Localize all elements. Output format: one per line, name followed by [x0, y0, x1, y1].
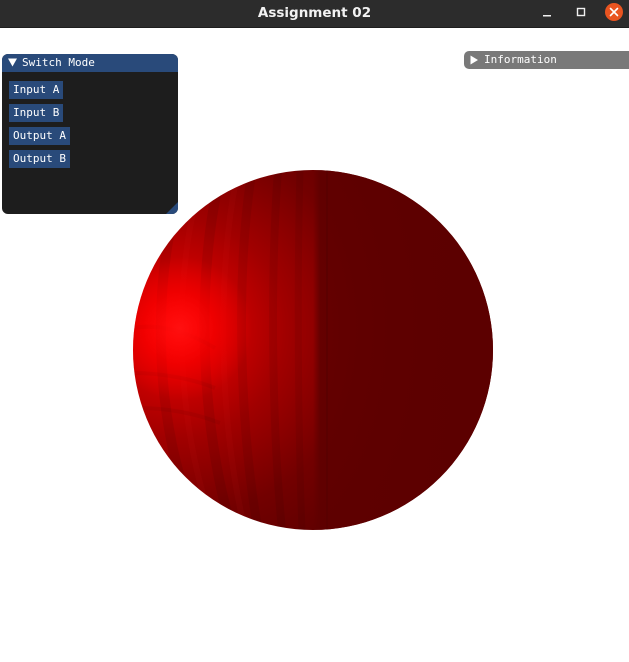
- input-b-button[interactable]: Input B: [9, 104, 64, 122]
- switch-mode-header[interactable]: Switch Mode: [2, 54, 178, 72]
- sphere-body: [133, 170, 493, 530]
- information-title: Information: [484, 53, 557, 66]
- render-viewport[interactable]: Switch Mode Input A Input B Output A Out…: [0, 28, 629, 662]
- collapse-arrow-right-icon[interactable]: [469, 55, 479, 65]
- minimize-icon: [543, 15, 551, 17]
- close-button[interactable]: [604, 2, 626, 24]
- app-window: Assignment 02 Switch Mode Input A Input …: [0, 0, 629, 662]
- output-a-button[interactable]: Output A: [9, 127, 70, 145]
- maximize-icon: [576, 7, 586, 17]
- information-panel[interactable]: Information: [464, 51, 629, 69]
- switch-mode-panel: Switch Mode Input A Input B Output A Out…: [2, 54, 178, 214]
- collapse-arrow-down-icon[interactable]: [7, 57, 18, 68]
- resize-grip-icon[interactable]: [166, 202, 178, 214]
- minimize-button[interactable]: [536, 2, 558, 24]
- maximize-button[interactable]: [570, 2, 592, 24]
- input-a-button[interactable]: Input A: [9, 81, 64, 99]
- window-title: Assignment 02: [257, 5, 372, 21]
- title-bar[interactable]: Assignment 02: [0, 0, 629, 28]
- output-b-button[interactable]: Output B: [9, 150, 70, 168]
- close-icon: [605, 3, 623, 21]
- switch-mode-title: Switch Mode: [22, 56, 95, 69]
